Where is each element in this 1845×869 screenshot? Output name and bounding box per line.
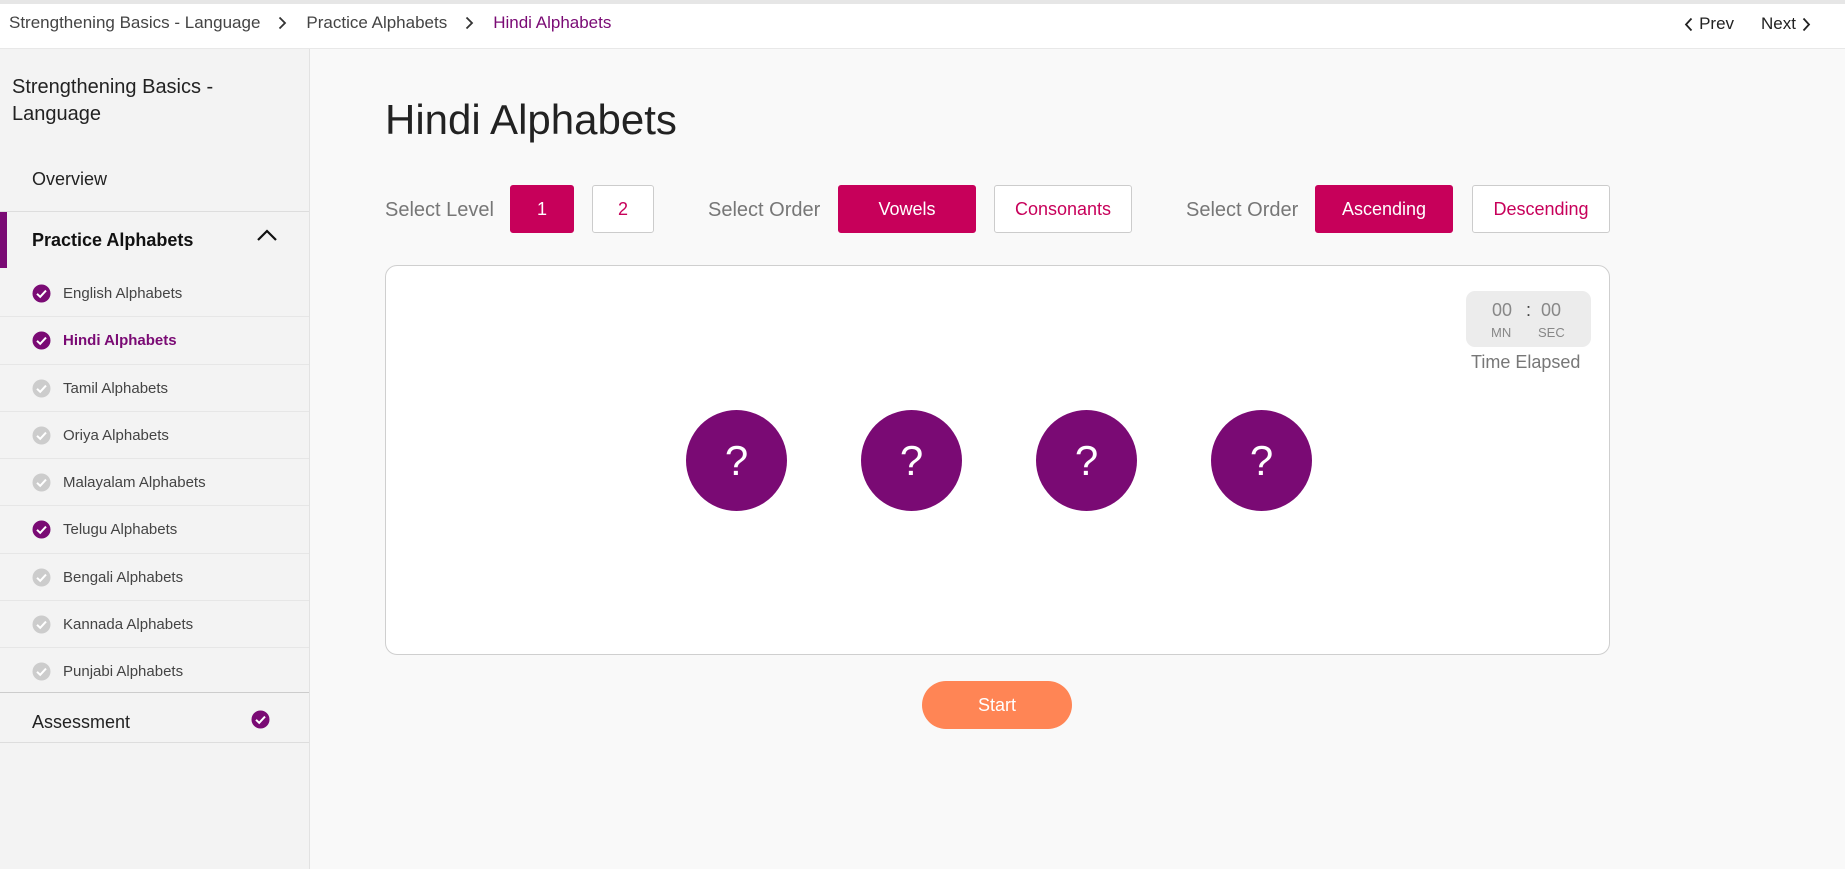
sidebar-item-label: Punjabi Alphabets [63,663,184,681]
page-title: Hindi Alphabets [385,96,677,143]
next-label: Next [1761,14,1796,33]
alphabet-card[interactable]: ? [1211,410,1312,511]
sidebar-item-oriya-alphabets[interactable]: Oriya Alphabets [0,412,309,460]
check-circle-icon [32,473,51,496]
check-circle-icon [32,331,51,354]
sidebar-item-label: Malayalam Alphabets [63,474,206,492]
sidebar-item-overview[interactable]: Overview [32,169,107,190]
check-circle-icon [32,662,51,685]
sidebar-item-bengali-alphabets[interactable]: Bengali Alphabets [0,554,309,602]
check-circle-icon [32,426,51,449]
chevron-right-icon [465,16,474,30]
sidebar-item-english-alphabets[interactable]: English Alphabets [0,270,309,318]
sidebar-item-hindi-alphabets[interactable]: Hindi Alphabets [0,317,309,365]
course-title: Strengthening Basics - Language [12,76,214,125]
sidebar-item-label: Assessment [32,712,131,732]
game-controls: Select Level 1 2 Select Order Vowels Con… [385,185,1610,233]
sidebar-item-malayalam-alphabets[interactable]: Malayalam Alphabets [0,459,309,507]
sidebar-item-label: Kannada Alphabets [63,616,194,634]
sidebar-item-label: Hindi Alphabets [63,332,177,350]
next-button[interactable]: Next [1761,14,1811,34]
sidebar-section-practice-alphabets[interactable]: Practice Alphabets [0,212,309,270]
breadcrumb-current: Hindi Alphabets [493,13,612,32]
active-indicator [0,212,7,268]
game-board: 00 : 00 MN SEC Time Elapsed ? ? ? ? [385,265,1610,655]
check-circle-icon [32,568,51,591]
select-order-label: Select Order [1186,199,1299,221]
select-level-label: Select Level [385,199,494,221]
check-circle-icon [32,284,51,307]
timer-minutes: 00 [1492,300,1513,320]
top-bar: Strengthening Basics - Language Practice… [0,0,1845,49]
start-button[interactable]: Start [922,681,1072,729]
vowels-button[interactable]: Vowels [838,185,976,233]
timer-min-unit: MN [1491,325,1512,340]
timer-seconds: 00 [1541,300,1562,320]
check-circle-icon [251,710,270,734]
chevron-up-icon[interactable] [256,228,278,242]
sidebar-item-punjabi-alphabets[interactable]: Punjabi Alphabets [0,648,309,695]
chevron-right-icon [1802,17,1811,31]
timer-separator: : [1526,300,1532,320]
check-circle-icon [32,520,51,543]
alphabet-card[interactable]: ? [861,410,962,511]
breadcrumb-section[interactable]: Practice Alphabets [306,13,447,33]
sidebar-item-label: Bengali Alphabets [63,568,184,586]
timer-sec-unit: SEC [1538,325,1565,340]
ascending-button[interactable]: Ascending [1315,185,1453,233]
check-circle-icon [32,615,51,638]
sidebar-sublist: English Alphabets Hindi Alphabets Tamil … [0,270,309,696]
section-label: Practice Alphabets [32,230,194,250]
sidebar-item-label: Tamil Alphabets [63,379,169,397]
level-2-button[interactable]: 2 [592,185,654,233]
descending-button[interactable]: Descending [1472,185,1610,233]
sidebar: Strengthening Basics - Language Overview… [0,49,310,869]
level-1-button[interactable]: 1 [510,185,574,233]
chevron-right-icon [278,16,287,30]
sidebar-item-assessment[interactable]: Assessment [0,693,309,743]
alphabet-card[interactable]: ? [686,410,787,511]
prev-label: Prev [1699,14,1735,33]
alphabet-card[interactable]: ? [1036,410,1137,511]
prev-button[interactable]: Prev [1684,14,1734,34]
timer: 00 : 00 MN SEC [1466,291,1591,347]
sidebar-item-label: Telugu Alphabets [63,521,178,539]
check-circle-icon [32,379,51,402]
sidebar-item-label: English Alphabets [63,285,183,302]
consonants-button[interactable]: Consonants [994,185,1132,233]
sidebar-item-kannada-alphabets[interactable]: Kannada Alphabets [0,601,309,649]
chevron-left-icon [1684,17,1693,31]
breadcrumb-course[interactable]: Strengthening Basics - Language [9,13,260,33]
sidebar-item-telugu-alphabets[interactable]: Telugu Alphabets [0,506,309,554]
breadcrumb: Strengthening Basics - Language Practice… [9,13,611,33]
select-type-label: Select Order [708,199,821,221]
time-elapsed-label: Time Elapsed [1471,352,1581,372]
sidebar-item-label: Oriya Alphabets [63,426,169,444]
page-navigation: Prev Next [1684,14,1811,34]
sidebar-item-tamil-alphabets[interactable]: Tamil Alphabets [0,365,309,412]
